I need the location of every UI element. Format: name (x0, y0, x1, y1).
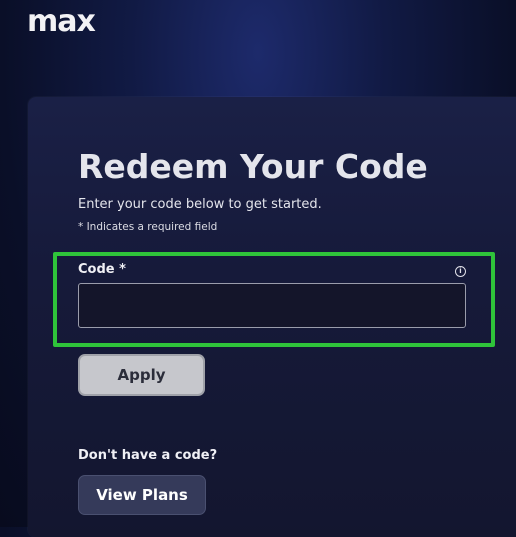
info-icon[interactable]: i (455, 266, 466, 277)
page-title: Redeem Your Code (78, 147, 428, 186)
code-field-label: Code * (78, 262, 126, 277)
code-input[interactable] (78, 283, 466, 328)
view-plans-button[interactable]: View Plans (78, 475, 206, 515)
required-field-note: * Indicates a required field (78, 221, 218, 233)
no-code-prompt: Don't have a code? (78, 448, 218, 463)
page-subtitle: Enter your code below to get started. (78, 197, 322, 212)
max-logo[interactable]: max (27, 4, 96, 39)
apply-button[interactable]: Apply (78, 354, 205, 396)
